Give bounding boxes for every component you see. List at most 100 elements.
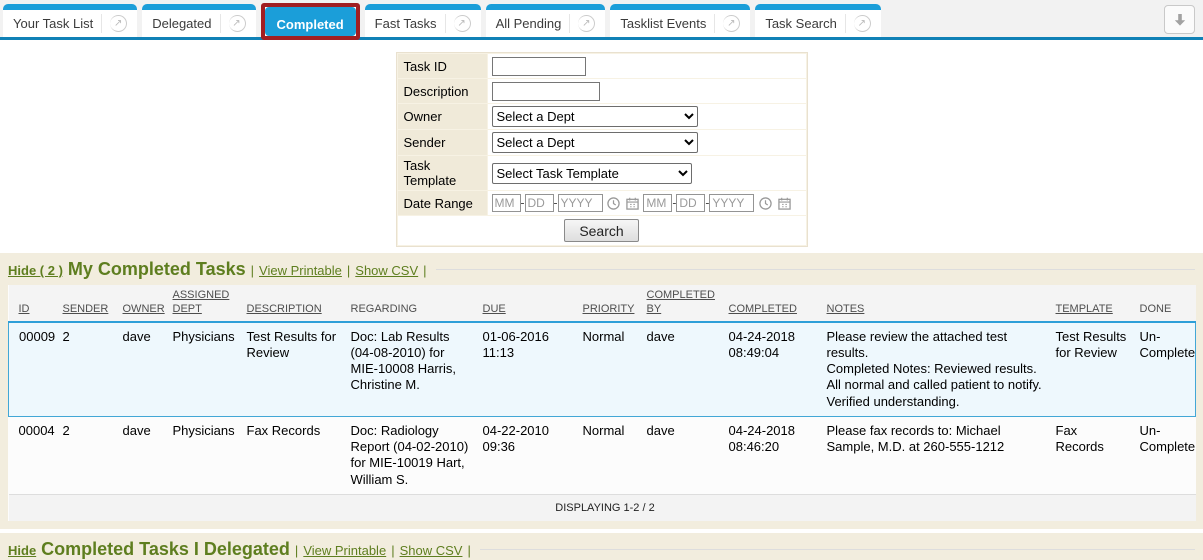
cell-assigned-dept: Physicians — [169, 322, 243, 417]
cell-completed: 04-24-2018 08:49:04 — [725, 322, 823, 417]
show-csv-link[interactable]: Show CSV — [355, 263, 418, 278]
start-day-input[interactable] — [525, 194, 554, 212]
col-header-owner[interactable]: OWNER — [119, 285, 169, 322]
cell-completed: 04-24-2018 08:46:20 — [725, 416, 823, 494]
tab-label[interactable]: Tasklist Events — [620, 16, 714, 31]
form-row-date-range: Date Range -- -- — [398, 191, 806, 215]
column-header-row: ID SENDER OWNER ASSIGNED DEPT DESCRIPTIO… — [9, 285, 1196, 322]
calendar-icon[interactable] — [778, 197, 791, 210]
delegated-completed-header: Hide Completed Tasks I Delegated | View … — [8, 539, 1195, 560]
popout-icon[interactable]: ↗ — [229, 15, 246, 32]
tab-divider — [220, 14, 221, 33]
end-month-input[interactable] — [643, 194, 672, 212]
cell-priority: Normal — [579, 322, 643, 417]
col-header-regarding: REGARDING — [347, 285, 479, 322]
col-header-done: DONE — [1136, 285, 1196, 322]
separator: | — [467, 543, 470, 558]
tab-fast-tasks[interactable]: Fast Tasks ↗ — [365, 4, 481, 37]
view-printable-link[interactable]: View Printable — [259, 263, 342, 278]
col-header-completed-by[interactable]: COMPLETED BY — [643, 285, 725, 322]
end-day-input[interactable] — [676, 194, 705, 212]
popout-glyph: ↗ — [858, 19, 866, 29]
tab-label[interactable]: Task Search — [765, 16, 845, 31]
tab-completed[interactable]: Completed — [265, 7, 356, 36]
cell-assigned-dept: Physicians — [169, 416, 243, 494]
hide-link[interactable]: Hide — [8, 543, 36, 558]
section-title: Completed Tasks I Delegated — [41, 539, 290, 560]
cell-owner: dave — [119, 416, 169, 494]
my-completed-tasks-header: Hide ( 2 ) My Completed Tasks | View Pri… — [8, 259, 1195, 280]
tab-label[interactable]: Delegated — [152, 16, 219, 31]
tab-all-pending[interactable]: All Pending ↗ — [486, 4, 606, 37]
clock-icon[interactable] — [607, 197, 620, 210]
end-year-input[interactable] — [709, 194, 754, 212]
col-header-sender[interactable]: SENDER — [59, 285, 119, 322]
search-button[interactable]: Search — [564, 219, 638, 242]
tab-tasklist-events[interactable]: Tasklist Events ↗ — [610, 4, 750, 37]
tab-label[interactable]: Completed — [277, 17, 344, 32]
popout-glyph: ↗ — [727, 19, 735, 29]
task-search-form: Task ID Description Owner Select a Dept … — [396, 52, 808, 247]
task-id-input[interactable] — [492, 57, 586, 76]
owner-select[interactable]: Select a Dept — [492, 106, 698, 127]
collapse-tabs-button[interactable] — [1164, 5, 1195, 34]
col-header-id[interactable]: ID — [9, 285, 59, 322]
task-template-select[interactable]: Select Task Template — [492, 163, 692, 184]
tab-label[interactable]: Fast Tasks — [375, 16, 445, 31]
table-row[interactable]: 00009 2 dave Physicians Test Results for… — [9, 322, 1196, 417]
show-csv-link[interactable]: Show CSV — [400, 543, 463, 558]
col-header-assigned-dept[interactable]: ASSIGNED DEPT — [169, 285, 243, 322]
form-row-task-template: Task Template Select Task Template — [398, 156, 806, 190]
popout-icon[interactable]: ↗ — [578, 15, 595, 32]
cell-template: Fax Records — [1052, 416, 1136, 494]
start-year-input[interactable] — [558, 194, 603, 212]
col-header-notes[interactable]: NOTES — [823, 285, 1052, 322]
cell-priority: Normal — [579, 416, 643, 494]
separator: | — [295, 543, 298, 558]
sender-select[interactable]: Select a Dept — [492, 132, 698, 153]
displaying-count: DISPLAYING 1-2 / 2 — [9, 494, 1196, 521]
cell-regarding: Doc: Lab Results (04-08-2010) for MIE-10… — [347, 322, 479, 417]
tab-label[interactable]: All Pending — [496, 16, 570, 31]
section-title: My Completed Tasks — [68, 259, 246, 280]
clock-icon[interactable] — [759, 197, 772, 210]
cell-id: 00004 — [9, 416, 59, 494]
cell-template: Test Results for Review — [1052, 322, 1136, 417]
separator: | — [423, 263, 426, 278]
col-header-due[interactable]: DUE — [479, 285, 579, 322]
col-header-description[interactable]: DESCRIPTION — [243, 285, 347, 322]
cell-notes: Please fax records to: Michael Sample, M… — [823, 416, 1052, 494]
uncomplete-action[interactable]: Un-Complete — [1136, 416, 1196, 494]
col-header-template[interactable]: TEMPLATE — [1052, 285, 1136, 322]
cell-completed-by: dave — [643, 322, 725, 417]
tab-task-search[interactable]: Task Search ↗ — [755, 4, 881, 37]
popout-icon[interactable]: ↗ — [454, 15, 471, 32]
cell-due: 04-22-2010 09:36 — [479, 416, 579, 494]
view-printable-link[interactable]: View Printable — [303, 543, 386, 558]
separator: | — [391, 543, 394, 558]
cell-sender: 2 — [59, 416, 119, 494]
popout-glyph: ↗ — [114, 19, 122, 29]
hide-link[interactable]: Hide ( 2 ) — [8, 263, 63, 278]
popout-icon[interactable]: ↗ — [723, 15, 740, 32]
col-header-completed[interactable]: COMPLETED — [725, 285, 823, 322]
cell-notes: Please review the attached test results.… — [823, 322, 1052, 417]
header-rule — [436, 269, 1195, 270]
col-header-priority[interactable]: PRIORITY — [579, 285, 643, 322]
popout-icon[interactable]: ↗ — [110, 15, 127, 32]
down-arrow-icon — [1172, 12, 1188, 28]
cell-id: 00009 — [9, 322, 59, 417]
cell-description: Test Results for Review — [243, 322, 347, 417]
tab-delegated[interactable]: Delegated ↗ — [142, 4, 255, 37]
description-input[interactable] — [492, 82, 600, 101]
start-month-input[interactable] — [492, 194, 521, 212]
calendar-icon[interactable] — [626, 197, 639, 210]
tab-divider — [445, 14, 446, 33]
form-row-task-id: Task ID — [398, 54, 806, 78]
tab-your-task-list[interactable]: Your Task List ↗ — [3, 4, 137, 37]
table-row[interactable]: 00004 2 dave Physicians Fax Records Doc:… — [9, 416, 1196, 494]
popout-icon[interactable]: ↗ — [854, 15, 871, 32]
uncomplete-action[interactable]: Un-Complete — [1136, 322, 1196, 417]
date-range-label: Date Range — [398, 191, 487, 215]
tab-label[interactable]: Your Task List — [13, 16, 101, 31]
